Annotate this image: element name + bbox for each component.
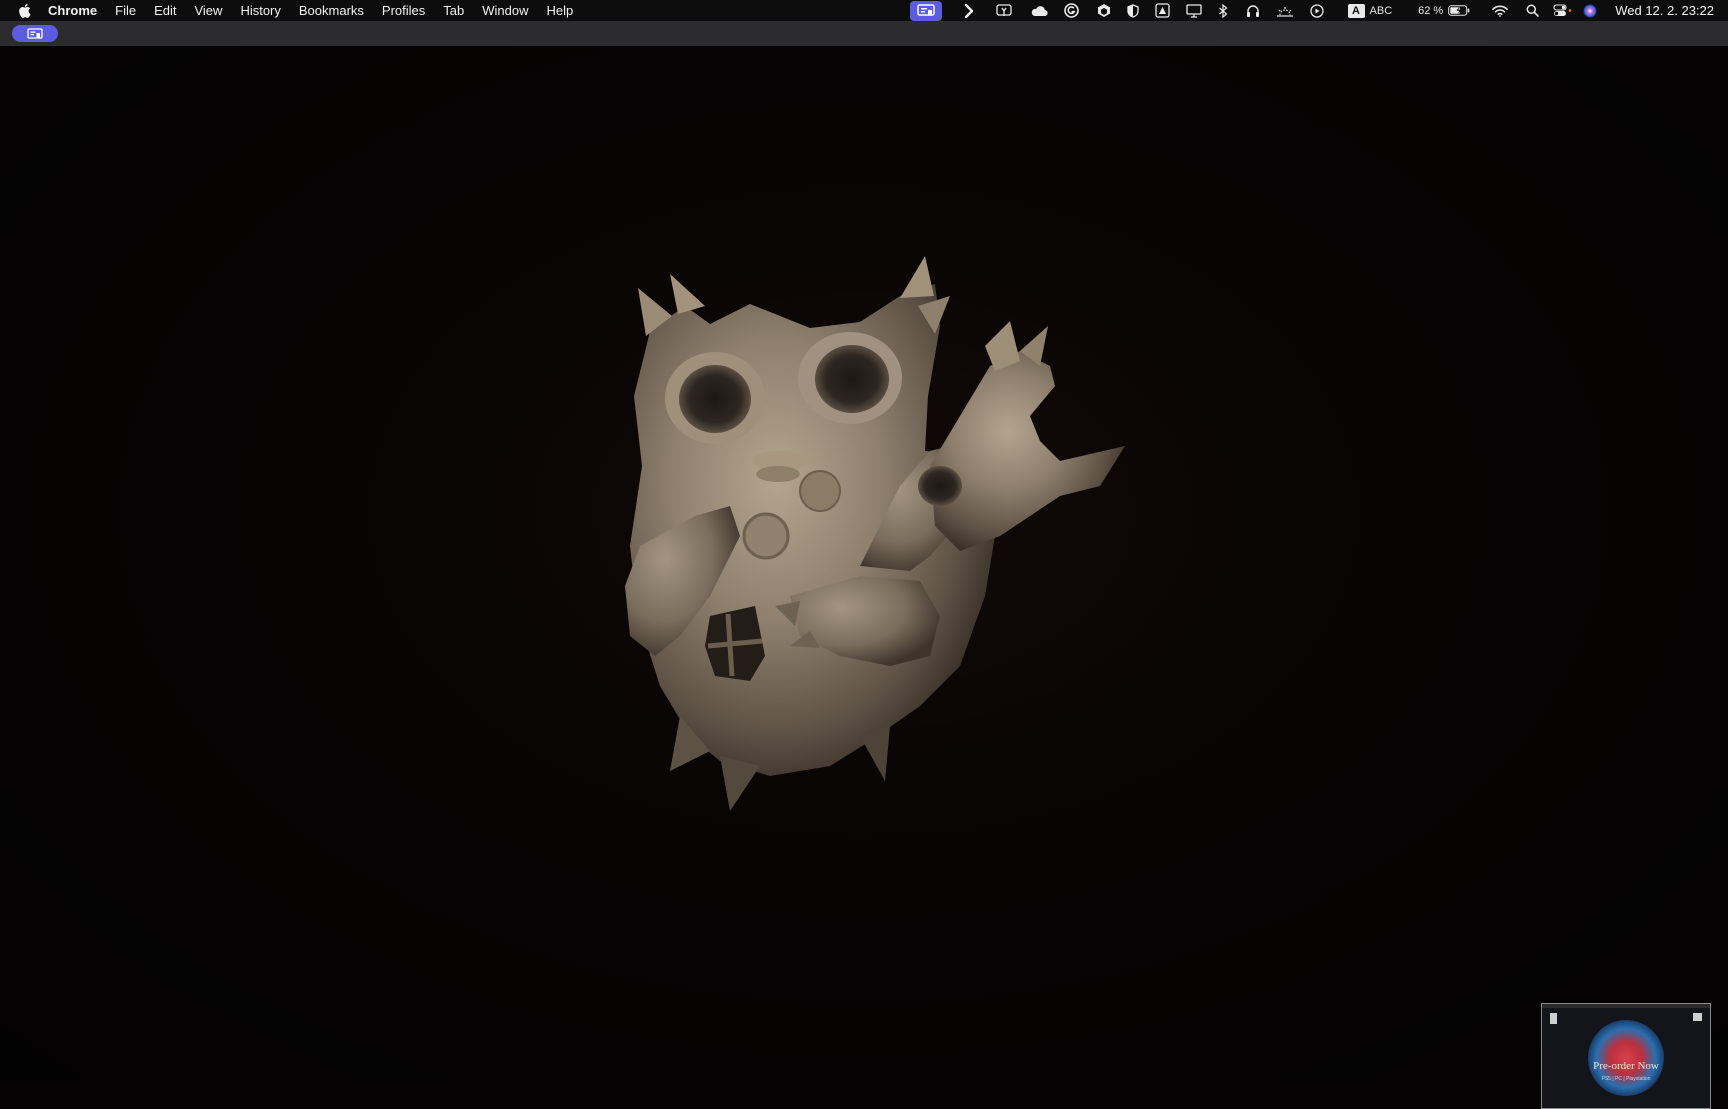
pen-mic-icon[interactable]: [995, 0, 1012, 21]
menu-bar-left: Chrome File Edit View History Bookmarks …: [0, 0, 591, 21]
screen-share-pill-button[interactable]: [12, 25, 58, 42]
menu-help[interactable]: Help: [547, 3, 574, 18]
thumbnail-rating-mark: [1693, 1013, 1702, 1021]
screen-share-icon: [27, 27, 43, 39]
headphones-icon[interactable]: [1246, 0, 1260, 21]
menu-edit[interactable]: Edit: [154, 3, 176, 18]
menu-bar: Chrome File Edit View History Bookmarks …: [0, 0, 1728, 21]
menu-window[interactable]: Window: [482, 3, 528, 18]
grammarly-icon[interactable]: [1063, 0, 1079, 21]
shield-icon[interactable]: [1126, 0, 1139, 21]
wifi-icon[interactable]: [1492, 0, 1509, 21]
weather-icon[interactable]: [1276, 0, 1294, 21]
cloud-icon[interactable]: [1030, 0, 1048, 21]
bluetooth-icon[interactable]: [1218, 0, 1228, 21]
video-thumbnail-preview[interactable]: Pre-order Now PS5 | PC | Playstation: [1541, 1003, 1711, 1109]
battery-percent: 62 %: [1418, 4, 1444, 17]
hexagon-app-icon[interactable]: [1097, 0, 1111, 21]
thumbnail-artwork: [1588, 1020, 1664, 1097]
thumbnail-subtitle: PS5 | PC | Playstation: [1601, 1076, 1651, 1082]
battery-indicator[interactable]: 62 %: [1418, 0, 1470, 21]
fullscreen-video[interactable]: Pre-order Now PS5 | PC | Playstation: [0, 46, 1728, 1109]
triangle-app-icon[interactable]: [1154, 0, 1170, 21]
menubar-clock[interactable]: Wed 12. 2. 23:22: [1615, 3, 1714, 18]
input-source-indicator[interactable]: A ABC: [1347, 0, 1393, 21]
apple-icon[interactable]: [16, 3, 32, 19]
menu-view[interactable]: View: [194, 3, 222, 18]
clay-owl-sculpture-image: [625, 256, 1125, 811]
control-center-icon[interactable]: [1553, 0, 1573, 21]
input-source-label: ABC: [1369, 4, 1393, 17]
thumbnail-top-bar: [1542, 1004, 1710, 1008]
menu-bookmarks[interactable]: Bookmarks: [299, 3, 364, 18]
screen-sharing-bar: [0, 21, 1728, 46]
screen-share-icon[interactable]: [909, 0, 942, 21]
menu-app-name[interactable]: Chrome: [48, 3, 97, 18]
spotlight-search-icon[interactable]: [1526, 0, 1540, 21]
chevron-right-icon[interactable]: [964, 0, 974, 21]
menu-profiles[interactable]: Profiles: [382, 3, 425, 18]
siri-icon[interactable]: [1583, 0, 1597, 21]
menu-bar-status-area: A ABC 62 % Wed 12. 2. 23:22: [909, 0, 1714, 21]
menu-history[interactable]: History: [240, 3, 280, 18]
menu-file[interactable]: File: [115, 3, 136, 18]
display-icon[interactable]: [1185, 0, 1202, 21]
thumbnail-logo-mark: [1550, 1013, 1557, 1024]
thumbnail-title: Pre-order Now: [1593, 1060, 1659, 1072]
input-source-letter: A: [1347, 3, 1365, 18]
battery-icon: [1448, 5, 1470, 16]
menu-tab[interactable]: Tab: [443, 3, 464, 18]
play-icon[interactable]: [1309, 0, 1324, 21]
